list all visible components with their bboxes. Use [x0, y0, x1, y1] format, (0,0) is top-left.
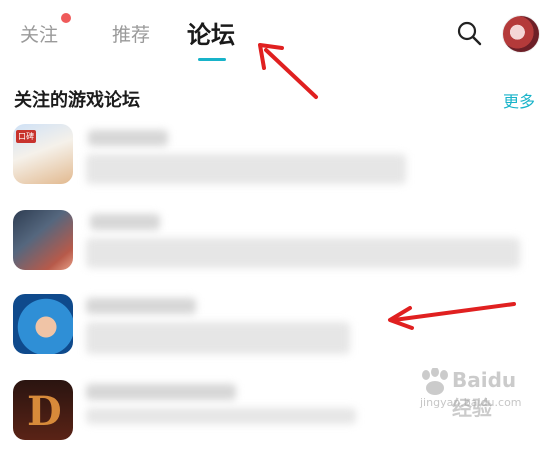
blurred-game-name	[86, 298, 196, 314]
dark-hero-game-icon	[13, 210, 73, 270]
tab-follow[interactable]: 关注	[20, 20, 58, 47]
game-forum-item[interactable]: 口碑	[0, 124, 544, 196]
rating-badge: 口碑	[16, 130, 36, 143]
notification-dot	[61, 13, 71, 23]
anime-girl-game-icon: 口碑	[13, 124, 73, 184]
blurred-game-info	[86, 154, 406, 184]
tab-recommend[interactable]: 推荐	[112, 20, 150, 47]
blurred-game-name	[90, 214, 160, 230]
top-tab-bar: 关注 推荐 论坛	[0, 0, 544, 70]
blurred-game-info	[86, 322, 350, 354]
section-title: 关注的游戏论坛	[14, 90, 140, 111]
dark-fantasy-game-icon: D	[13, 380, 73, 440]
game-forum-item[interactable]	[0, 210, 544, 282]
more-link[interactable]: 更多	[503, 88, 535, 112]
game-forum-item[interactable]	[0, 294, 544, 366]
tab-forum[interactable]: 论坛	[187, 15, 235, 50]
blurred-game-name	[88, 130, 168, 146]
jinx-character-game-icon	[13, 294, 73, 354]
user-avatar[interactable]	[502, 15, 540, 53]
active-tab-indicator	[198, 58, 226, 61]
blurred-game-info	[86, 238, 520, 268]
blurred-game-info	[86, 408, 356, 424]
game-forum-item[interactable]: D	[0, 380, 544, 452]
blurred-game-name	[86, 384, 236, 400]
game-logo-letter: D	[27, 388, 62, 435]
search-icon[interactable]	[456, 20, 482, 46]
